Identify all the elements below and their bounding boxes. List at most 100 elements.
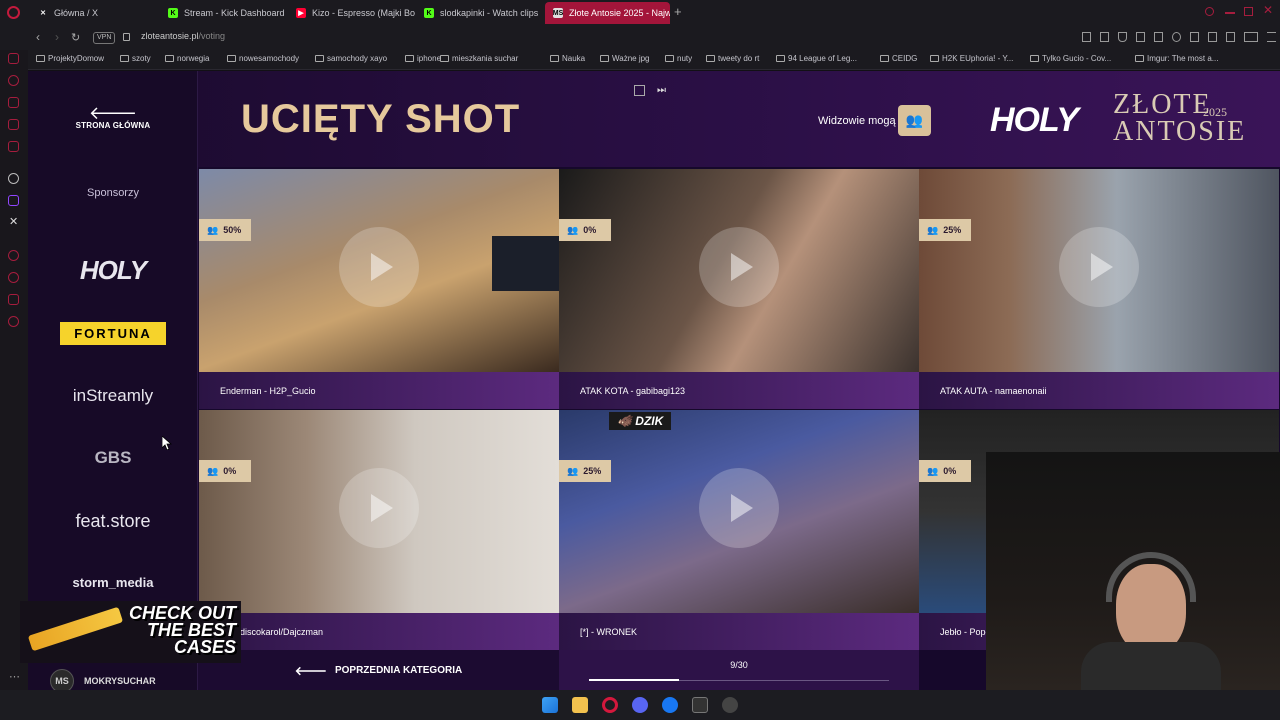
sponsor-stormmedia-logo[interactable]: storm_media bbox=[28, 575, 198, 590]
bookmark-label: nuty bbox=[677, 54, 693, 63]
chatgpt-icon[interactable] bbox=[8, 173, 19, 184]
category-title: UCIĘTY SHOT bbox=[241, 97, 521, 141]
bookmark-item[interactable]: Ważne jpg bbox=[600, 54, 650, 63]
sidebar-app-icon[interactable] bbox=[8, 53, 19, 64]
bookmark-item[interactable]: Tylko Gucio - Cov... bbox=[1030, 54, 1111, 63]
windows-start-icon[interactable] bbox=[542, 697, 558, 713]
menu-icon[interactable] bbox=[1267, 32, 1276, 42]
wallet-icon[interactable] bbox=[1226, 32, 1235, 42]
download-icon[interactable] bbox=[1208, 32, 1217, 42]
sidebar-app-icon[interactable] bbox=[8, 141, 19, 152]
clip-card[interactable]: 🐗 DZIK 👥 25% [*] - WRONEK bbox=[559, 410, 919, 650]
bookmark-item[interactable]: Nauka bbox=[550, 54, 585, 63]
play-icon[interactable] bbox=[1154, 32, 1163, 42]
clip-card[interactable]: 👥 0% bie - discokarol/Dajczman bbox=[199, 410, 559, 650]
bookmark-label: iphone bbox=[417, 54, 442, 63]
extensions-icon[interactable] bbox=[1190, 32, 1199, 42]
bookmark-icon[interactable] bbox=[1082, 32, 1091, 42]
sponsor-featstore-logo[interactable]: feat.store bbox=[28, 511, 198, 532]
popout-icon[interactable] bbox=[634, 85, 645, 96]
sidebar-app-icon[interactable] bbox=[8, 294, 19, 305]
minimize-icon[interactable] bbox=[1225, 12, 1235, 14]
back-icon[interactable]: ‹ bbox=[36, 30, 40, 44]
maximize-icon[interactable] bbox=[1244, 7, 1253, 16]
sponsor-instreamly-logo[interactable]: inStreamly bbox=[28, 386, 198, 406]
folder-icon bbox=[227, 55, 236, 62]
skip-icon[interactable]: ⏭ bbox=[657, 85, 666, 96]
new-tab-button[interactable]: + bbox=[674, 4, 682, 19]
sidebar-app-icon[interactable] bbox=[8, 75, 19, 86]
sponsor-fortuna-logo[interactable]: FORTUNA bbox=[28, 322, 198, 345]
close-icon[interactable]: ✕ bbox=[1263, 3, 1273, 17]
clip-card[interactable]: 👥 0% ATAK KOTA - gabibagi123 bbox=[559, 169, 919, 409]
bookmark-item[interactable]: tweety do rt bbox=[706, 54, 759, 63]
vpn-badge[interactable]: VPN bbox=[93, 32, 116, 44]
bookmark-item[interactable]: samochody xayo bbox=[315, 54, 387, 63]
bookmark-item[interactable]: H2K EUphoria! - Y... bbox=[930, 54, 1013, 63]
more-icon[interactable]: ⋯ bbox=[9, 670, 20, 683]
bookmark-item[interactable]: CEIDG bbox=[880, 54, 917, 63]
sidebar-app-icon[interactable] bbox=[8, 250, 19, 261]
bookmark-item[interactable]: norwegia bbox=[165, 54, 209, 63]
bookmark-item[interactable]: 94 League of Leg... bbox=[776, 54, 857, 63]
sponsor-holy-logo[interactable]: HOLY bbox=[28, 255, 198, 286]
tab-0[interactable]: ✕ Główna / X bbox=[30, 2, 160, 24]
bookmark-label: tweety do rt bbox=[718, 54, 760, 63]
discord-icon[interactable] bbox=[632, 697, 648, 713]
browser-logo-icon[interactable] bbox=[7, 6, 20, 19]
tab-2[interactable]: ▶ Kizo - Espresso (Majki Bo bbox=[288, 2, 416, 24]
promo-banner[interactable]: CHECK OUT THE BEST CASES bbox=[20, 601, 241, 663]
ai-icon[interactable] bbox=[1244, 32, 1258, 42]
search-icon[interactable] bbox=[1205, 7, 1214, 16]
x-icon[interactable]: ✕ bbox=[9, 215, 18, 228]
viewers-button[interactable]: 👥 bbox=[898, 105, 931, 136]
folder-icon bbox=[315, 55, 324, 62]
sidebar-app-icon[interactable] bbox=[8, 119, 19, 130]
play-button[interactable] bbox=[1059, 227, 1139, 307]
bookmark-item[interactable]: mieszkania suchar bbox=[440, 54, 518, 63]
history-icon[interactable] bbox=[8, 272, 19, 283]
brand-line-2: ANTOSIE bbox=[1113, 116, 1247, 147]
clip-card[interactable]: 👥 50% Enderman - H2P_Gucio bbox=[199, 169, 559, 409]
bookmark-item[interactable]: nowesamochody bbox=[227, 54, 299, 63]
shield-icon[interactable] bbox=[1118, 32, 1127, 42]
forward-icon[interactable]: › bbox=[55, 30, 59, 44]
brand-year: 2025 bbox=[1203, 105, 1227, 119]
bookmark-item[interactable]: iphone bbox=[405, 54, 441, 63]
screenshot-icon[interactable] bbox=[1100, 32, 1109, 42]
twitch-icon[interactable] bbox=[8, 195, 19, 206]
previous-category-button[interactable]: 🡐 POPRZEDNIA KATEGORIA bbox=[198, 650, 559, 690]
dzik-badge: 🐗 DZIK bbox=[609, 412, 672, 430]
play-button[interactable] bbox=[339, 227, 419, 307]
url-field[interactable]: zloteantosie.pl/voting bbox=[141, 31, 225, 41]
file-explorer-icon[interactable] bbox=[572, 697, 588, 713]
tab-1[interactable]: K Stream - Kick Dashboard bbox=[160, 2, 288, 24]
play-button[interactable] bbox=[339, 468, 419, 548]
clip-card[interactable]: 👥 25% ATAK AUTA - namaenonaii bbox=[919, 169, 1279, 409]
sidebar-app-icon[interactable] bbox=[8, 97, 19, 108]
sponsor-gbs-logo[interactable]: GBS bbox=[28, 448, 198, 468]
bookmark-item[interactable]: ProjektyDomow bbox=[36, 54, 104, 63]
terminal-icon[interactable] bbox=[692, 697, 708, 713]
bookmark-item[interactable]: szoty bbox=[120, 54, 151, 63]
tab-4[interactable]: MS Złote Antosie 2025 - Najw bbox=[545, 2, 670, 24]
bookmark-item[interactable]: nuty bbox=[665, 54, 692, 63]
opera-icon[interactable] bbox=[602, 697, 618, 713]
bookmark-item[interactable]: Imgur: The most a... bbox=[1135, 54, 1218, 63]
facebook-icon[interactable] bbox=[662, 697, 678, 713]
obs-icon[interactable] bbox=[722, 697, 738, 713]
settings-icon[interactable] bbox=[8, 316, 19, 327]
vote-percentage: 👥 25% bbox=[559, 460, 611, 482]
folder-icon bbox=[930, 55, 939, 62]
play-button[interactable] bbox=[699, 227, 779, 307]
home-link[interactable]: 🡐 STRONA GŁÓWNA bbox=[68, 104, 158, 130]
reload-icon[interactable]: ↻ bbox=[71, 31, 80, 44]
bookmark-label: mieszkania suchar bbox=[452, 54, 519, 63]
play-button[interactable] bbox=[699, 468, 779, 548]
progress-text: 9/30 bbox=[730, 660, 748, 670]
camera-icon[interactable] bbox=[1136, 32, 1145, 42]
toolbar-icons bbox=[1082, 32, 1276, 42]
lock-icon[interactable] bbox=[123, 33, 130, 41]
heart-icon[interactable] bbox=[1172, 32, 1181, 42]
tab-3[interactable]: K slodkapinki - Watch clips bbox=[416, 2, 544, 24]
